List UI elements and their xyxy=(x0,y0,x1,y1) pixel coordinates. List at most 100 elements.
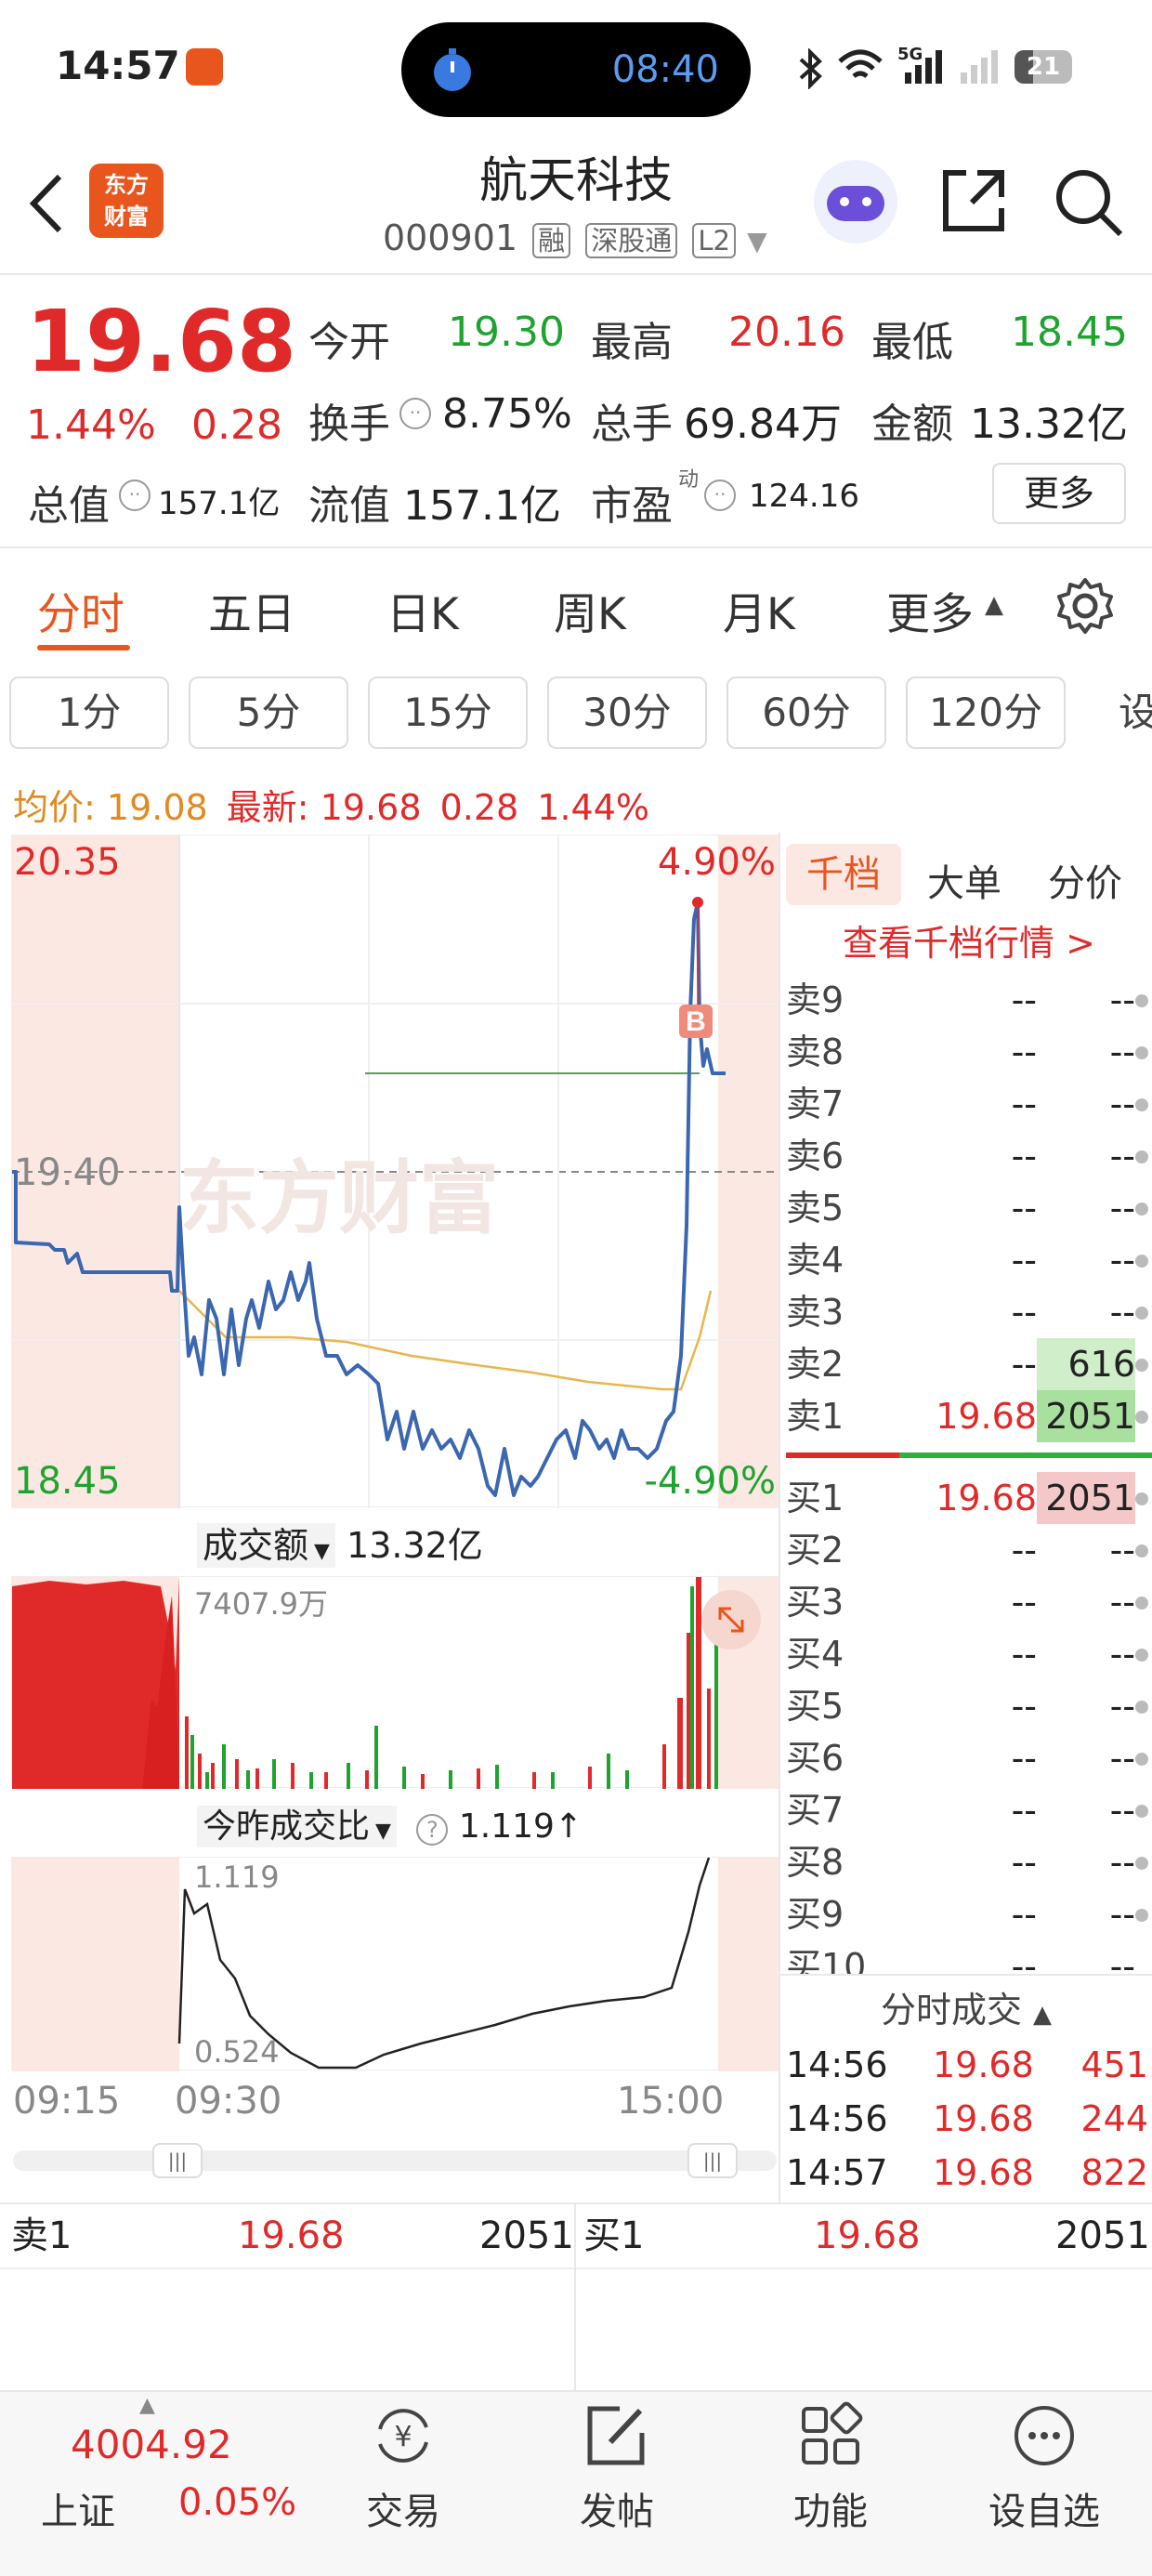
ratio-value: 1.119 xyxy=(458,1807,555,1846)
volume-label: 总手 xyxy=(591,401,673,448)
ask-row[interactable]: 卖6 -- -- xyxy=(786,1130,1152,1182)
bid-label: 买3 xyxy=(786,1582,844,1623)
bid-price: -- xyxy=(1011,1790,1037,1831)
status-time: 14:57 xyxy=(56,43,180,88)
volume-chart[interactable]: 7407.9万 xyxy=(11,1576,779,1789)
ratio-selector[interactable]: 今昨成交比 ▼ xyxy=(197,1806,397,1847)
ask-price: -- xyxy=(1011,1292,1037,1333)
more-caret-icon[interactable]: ▲ xyxy=(985,591,1003,619)
bid-row[interactable]: 买1 19.68 2051 xyxy=(786,1472,1152,1524)
volume-dropdown-icon[interactable]: ▼ xyxy=(314,1540,330,1563)
ask-dot-icon xyxy=(1135,1411,1148,1424)
bid-row[interactable]: 买4 -- -- xyxy=(786,1628,1152,1680)
ask-row[interactable]: 卖7 -- -- xyxy=(786,1078,1152,1130)
bid-row[interactable]: 买9 -- -- xyxy=(786,1888,1152,1940)
ask-row[interactable]: 卖3 -- -- xyxy=(786,1286,1152,1338)
settings-gear-icon[interactable] xyxy=(1055,576,1115,636)
price-chart[interactable]: B 东方财富 20.35 19.40 18.45 4.90% -4.90% xyxy=(11,835,779,1508)
pe-info-icon[interactable]: ·· xyxy=(704,480,736,511)
nav-trade[interactable]: ¥ 交易 xyxy=(310,2401,496,2535)
ratio-chart[interactable]: 1.119 0.524 xyxy=(11,1857,779,2071)
expand-icon[interactable] xyxy=(701,1590,761,1649)
slider-handle-left[interactable]: ||| xyxy=(152,2143,203,2178)
bid-volume: -- xyxy=(1109,1582,1135,1623)
view-full-depth-link[interactable]: 查看千档行情 > xyxy=(786,914,1152,966)
bid-row[interactable]: 买7 -- -- xyxy=(786,1784,1152,1836)
bid-label: 买7 xyxy=(786,1790,844,1831)
avg-value: 19.08 xyxy=(106,787,208,828)
tab-monthly-k[interactable]: 月K xyxy=(723,578,795,642)
ask-row[interactable]: 卖8 -- -- xyxy=(786,1026,1152,1078)
interval-5min[interactable]: 5分 xyxy=(189,677,348,749)
ask-row[interactable]: 卖4 -- -- xyxy=(786,1234,1152,1286)
ticks-header[interactable]: 分时成交 ▲ xyxy=(780,1981,1152,2032)
bid-row[interactable]: 买3 -- -- xyxy=(786,1576,1152,1628)
nav-post[interactable]: 发帖 xyxy=(524,2401,710,2535)
ticks-collapse-icon[interactable]: ▲ xyxy=(1033,2001,1052,2029)
bid-volume: -- xyxy=(1109,1530,1135,1571)
share-icon[interactable] xyxy=(938,165,1009,236)
ask-dot-icon xyxy=(1135,1255,1148,1268)
interval-60min[interactable]: 60分 xyxy=(727,677,886,749)
tab-daily-k[interactable]: 日K xyxy=(386,578,459,642)
code-dropdown-icon[interactable]: ▼ xyxy=(747,226,767,256)
mktcap-label: 总值 xyxy=(28,482,110,530)
tab-full-depth[interactable]: 千档 xyxy=(786,844,901,905)
index-value[interactable]: 4004.92 xyxy=(71,2422,232,2467)
ratio-dropdown-icon[interactable]: ▼ xyxy=(375,1820,391,1843)
index-expand-icon[interactable]: ▲ xyxy=(139,2394,155,2417)
tab-big-orders[interactable]: 大单 xyxy=(927,853,1001,907)
buy-marker[interactable]: B xyxy=(686,1006,706,1037)
time-range-slider[interactable]: ||| ||| xyxy=(13,2143,777,2178)
bid-price: -- xyxy=(1011,1894,1037,1935)
ask-row[interactable]: 卖5 -- -- xyxy=(786,1182,1152,1234)
tick-time: 14:56 xyxy=(786,2044,888,2085)
open-value: 19.30 xyxy=(448,309,565,356)
index-name[interactable]: 上证 xyxy=(41,2481,115,2535)
stock-code: 000901 xyxy=(383,217,518,258)
bid-volume: -- xyxy=(1109,1894,1135,1935)
slider-handle-right[interactable]: ||| xyxy=(687,2143,738,2178)
mktcap-info-icon[interactable]: ·· xyxy=(119,480,151,511)
interval-15min[interactable]: 15分 xyxy=(368,677,528,749)
tab-intraday[interactable]: 分时 xyxy=(37,578,124,642)
interval-120min[interactable]: 120分 xyxy=(906,677,1066,749)
bid-row[interactable]: 买10 -- -- xyxy=(786,1940,1152,1974)
turnover-info-icon[interactable]: ·· xyxy=(399,398,431,429)
time-axis-open: 09:30 xyxy=(175,2080,282,2123)
bid-price: -- xyxy=(1011,1946,1037,1974)
ratio-arrow-icon: ↑ xyxy=(554,1807,583,1846)
tick-time: 14:56 xyxy=(786,2098,888,2139)
volume-selector[interactable]: 成交额 ▼ xyxy=(197,1523,335,1568)
interval-settings[interactable]: 设 xyxy=(1085,677,1152,749)
turnover-value: 8.75% xyxy=(442,390,572,438)
timer-value: 08:40 xyxy=(611,48,719,91)
interval-1min[interactable]: 1分 xyxy=(9,677,169,749)
ask-row[interactable]: 卖1 19.68 2051 xyxy=(786,1390,1152,1442)
bid-row[interactable]: 买2 -- -- xyxy=(786,1524,1152,1576)
search-icon[interactable] xyxy=(1052,165,1126,240)
assistant-avatar[interactable] xyxy=(814,160,897,243)
tab-weekly-k[interactable]: 周K xyxy=(554,578,626,642)
interval-30min[interactable]: 30分 xyxy=(547,677,707,749)
ratio-line-svg xyxy=(177,1858,711,2070)
bid-row[interactable]: 买6 -- -- xyxy=(786,1732,1152,1784)
tick-volume: 451 xyxy=(1080,2044,1148,2085)
tab-five-day[interactable]: 五日 xyxy=(208,578,295,642)
ask-row[interactable]: 卖9 -- -- xyxy=(786,974,1152,1026)
svg-text:¥: ¥ xyxy=(394,2421,412,2453)
bid-row[interactable]: 买5 -- -- xyxy=(786,1680,1152,1732)
tab-more[interactable]: 更多 xyxy=(886,578,974,642)
index-change[interactable]: 0.05% xyxy=(178,2481,296,2524)
low-label: 最低 xyxy=(871,319,953,366)
pct-axis-bottom: -4.90% xyxy=(644,1460,776,1503)
nav-functions[interactable]: 功能 xyxy=(738,2401,923,2535)
volume-max-label: 7407.9万 xyxy=(194,1586,328,1622)
bid-row[interactable]: 买8 -- -- xyxy=(786,1836,1152,1888)
more-button[interactable]: 更多 xyxy=(992,463,1126,524)
tab-price-distribution[interactable]: 分价 xyxy=(1048,853,1122,907)
ask-row[interactable]: 卖2 -- 616 xyxy=(786,1338,1152,1390)
ratio-help-icon[interactable]: ? xyxy=(416,1814,449,1846)
bid-label: 买6 xyxy=(786,1738,844,1779)
nav-add-watchlist[interactable]: 设自选 xyxy=(951,2401,1137,2535)
